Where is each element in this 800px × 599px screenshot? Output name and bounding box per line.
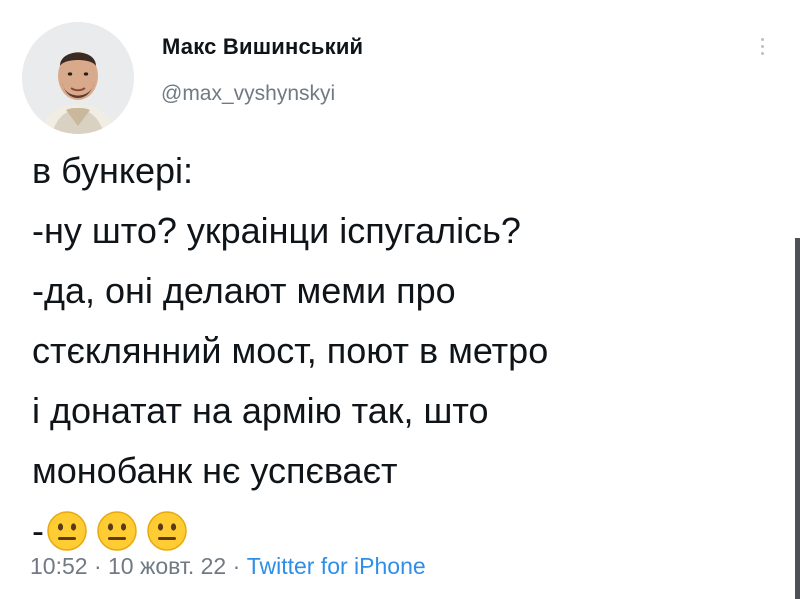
emoji-line: -: [32, 501, 772, 561]
neutral-face-emoji: [147, 511, 187, 551]
tweet-line: -ну што? украінци іспугаліcь?: [32, 210, 521, 251]
tweet-line: і донатат на армію так, што: [32, 390, 489, 431]
meta-separator: ·: [93, 553, 102, 579]
tweet-date[interactable]: 10 жовт. 22: [108, 553, 226, 579]
tweet-line: в бункері:: [32, 150, 194, 191]
tweet-time[interactable]: 10:52: [30, 553, 88, 579]
avatar-photo: [22, 22, 134, 134]
tweet-source-link[interactable]: Twitter for iPhone: [247, 553, 426, 579]
emoji-line-prefix: -: [32, 510, 44, 551]
tweet-text: в бункері: -ну што? украінци іспугаліcь?…: [32, 141, 772, 561]
tweet-card: Макс Вишинський @max_vyshynskyi в бункер…: [0, 0, 800, 599]
scrollbar[interactable]: [795, 238, 800, 599]
tweet-line: стєклянний мост, поют в метро: [32, 330, 549, 371]
author-avatar[interactable]: [22, 22, 134, 134]
tweet-line: монобанк нє успєваєт: [32, 450, 398, 491]
author-display-name[interactable]: Макс Вишинський: [162, 34, 363, 60]
tweet-meta: 10:52 · 10 жовт. 22 · Twitter for iPhone: [30, 553, 426, 580]
more-vertical-icon[interactable]: [756, 38, 768, 60]
author-handle[interactable]: @max_vyshynskyi: [161, 82, 335, 106]
neutral-face-emoji: [47, 511, 87, 551]
meta-separator: ·: [232, 553, 241, 579]
tweet-line: -да, оні делают меми про: [32, 270, 456, 311]
neutral-face-emoji: [97, 511, 137, 551]
